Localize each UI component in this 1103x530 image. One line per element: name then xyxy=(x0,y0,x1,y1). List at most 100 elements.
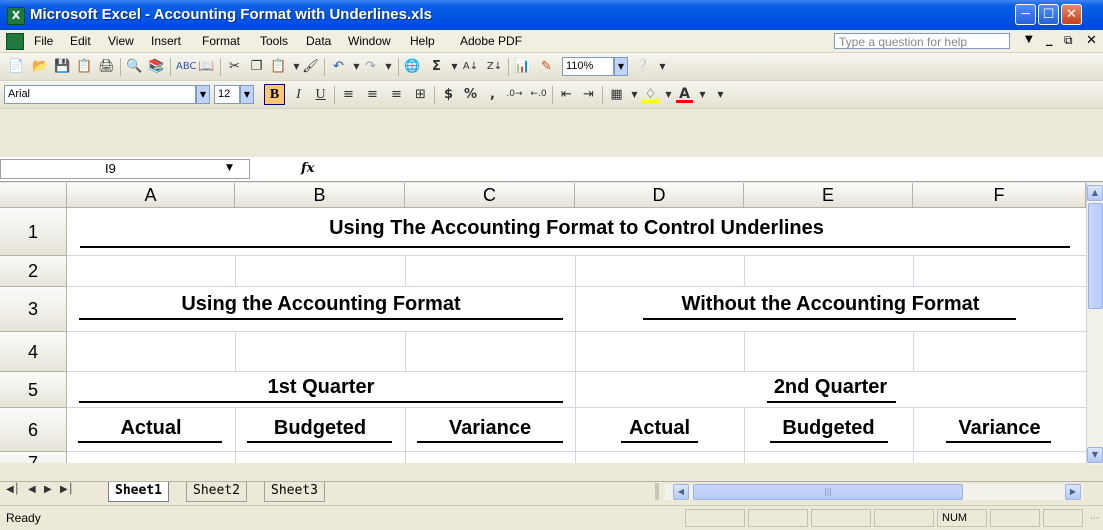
redo-dropdown-icon[interactable]: ▼ xyxy=(380,58,397,75)
first-quarter-cell[interactable]: 1st Quarter xyxy=(67,376,575,399)
horizontal-scrollbar[interactable]: ◀ ||| ▶ xyxy=(665,484,1083,500)
column-header-c[interactable]: C xyxy=(405,183,575,208)
spelling-icon[interactable]: ABC xyxy=(176,58,197,75)
horizontal-scroll-thumb[interactable]: ||| xyxy=(693,484,963,500)
align-center-icon[interactable]: ≡ xyxy=(364,86,381,103)
scroll-right-icon[interactable]: ▶ xyxy=(1065,484,1081,500)
row-header-1[interactable]: 1 xyxy=(0,208,67,256)
no-accounting-format-header-cell[interactable]: Without the Accounting Format xyxy=(575,293,1086,316)
print-preview-icon[interactable]: 🔍 xyxy=(126,58,143,75)
permission-icon[interactable]: 📋 xyxy=(76,58,93,75)
italic-button[interactable]: I xyxy=(290,86,307,103)
sort-ascending-icon[interactable]: A↓ xyxy=(462,58,479,75)
redo-icon[interactable]: ↷ xyxy=(362,58,379,75)
scroll-up-icon[interactable]: ▲ xyxy=(1087,185,1103,201)
save-icon[interactable]: 💾 xyxy=(54,58,71,75)
chart-wizard-icon[interactable]: 📊 xyxy=(514,58,531,75)
decrease-decimal-icon[interactable]: ←.0 xyxy=(530,86,547,103)
maximize-button[interactable]: ☐ xyxy=(1038,4,1059,25)
autosum-dropdown-icon[interactable]: ▼ xyxy=(446,58,463,75)
currency-button[interactable]: $ xyxy=(440,86,457,103)
hyperlink-icon[interactable]: 🌐 xyxy=(404,58,421,75)
cell-c6[interactable]: Variance xyxy=(405,417,575,440)
row-header-7[interactable]: 7 xyxy=(0,452,67,463)
print-icon[interactable]: 🖨 xyxy=(98,58,115,75)
percent-button[interactable]: % xyxy=(462,86,479,103)
borders-dropdown-icon[interactable]: ▼ xyxy=(626,86,643,103)
menu-file[interactable]: File xyxy=(34,34,53,48)
help-dropdown-icon[interactable]: ▼ xyxy=(1025,34,1033,45)
column-header-f[interactable]: F xyxy=(913,183,1086,208)
menu-adobe-pdf[interactable]: Adobe PDF xyxy=(460,34,522,48)
font-size-select[interactable]: 12 xyxy=(214,85,240,104)
undo-icon[interactable]: ↶ xyxy=(330,58,347,75)
menu-tools[interactable]: Tools xyxy=(260,34,288,48)
sheet-tab-2[interactable]: Sheet2 xyxy=(186,482,247,502)
research-icon[interactable]: 📚 xyxy=(148,58,165,75)
sheet-tab-1[interactable]: Sheet1 xyxy=(108,482,169,502)
column-header-d[interactable]: D xyxy=(575,183,744,208)
copy-icon[interactable]: ❐ xyxy=(248,58,265,75)
increase-decimal-icon[interactable]: .0→ xyxy=(506,86,523,103)
vertical-scrollbar[interactable]: ▲ ▼ xyxy=(1086,183,1103,465)
bold-button[interactable]: B xyxy=(264,84,285,105)
new-icon[interactable]: 📄 xyxy=(8,58,25,75)
insert-function-button[interactable]: fx xyxy=(301,161,314,176)
row-header-6[interactable]: 6 xyxy=(0,408,67,452)
borders-icon[interactable]: ▦ xyxy=(608,86,625,103)
menu-view[interactable]: View xyxy=(108,34,134,48)
paste-icon[interactable]: 📋 xyxy=(270,58,287,75)
comma-button[interactable]: , xyxy=(484,86,501,103)
sheet-tab-3[interactable]: Sheet3 xyxy=(264,482,325,502)
cell-b6[interactable]: Budgeted xyxy=(235,417,405,440)
cell-f6[interactable]: Variance xyxy=(913,417,1086,440)
column-header-a[interactable]: A xyxy=(67,183,235,208)
font-size-dropdown-icon[interactable]: ▼ xyxy=(240,85,254,104)
menu-window[interactable]: Window xyxy=(348,34,391,48)
menu-edit[interactable]: Edit xyxy=(70,34,91,48)
first-sheet-icon[interactable]: ◀│ xyxy=(6,484,20,495)
column-header-e[interactable]: E xyxy=(744,183,913,208)
excel-icon[interactable]: X xyxy=(7,7,25,25)
select-all-corner[interactable] xyxy=(0,183,67,208)
column-header-b[interactable]: B xyxy=(235,183,405,208)
formula-input[interactable] xyxy=(330,159,1100,179)
sort-descending-icon[interactable]: Z↓ xyxy=(486,58,503,75)
workbook-icon[interactable] xyxy=(6,33,24,50)
sheet-title-cell[interactable]: Using The Accounting Format to Control U… xyxy=(67,217,1086,240)
scroll-down-icon[interactable]: ▼ xyxy=(1087,447,1103,463)
autosum-icon[interactable]: Σ xyxy=(428,58,445,75)
name-box[interactable]: I9 xyxy=(0,159,250,179)
open-icon[interactable]: 📂 xyxy=(32,58,49,75)
align-right-icon[interactable]: ≡ xyxy=(388,86,405,103)
toolbar-options-icon[interactable]: ▼ xyxy=(654,58,671,75)
cell-d6[interactable]: Actual xyxy=(575,417,744,440)
close-button[interactable]: ✕ xyxy=(1061,4,1082,25)
underline-button[interactable]: U xyxy=(312,86,329,103)
tab-split-handle[interactable] xyxy=(655,483,659,500)
row-header-5[interactable]: 5 xyxy=(0,372,67,408)
vertical-scroll-thumb[interactable] xyxy=(1088,203,1103,309)
next-sheet-icon[interactable]: ▶ xyxy=(44,484,52,495)
merge-center-icon[interactable]: ⊞ xyxy=(412,86,429,103)
menu-help[interactable]: Help xyxy=(410,34,435,48)
minimize-button[interactable]: ─ xyxy=(1015,4,1036,25)
resize-grip-icon[interactable]: ⋯ xyxy=(1090,514,1099,524)
format-painter-icon[interactable]: 🖌 xyxy=(302,58,319,75)
row-header-4[interactable]: 4 xyxy=(0,332,67,372)
increase-indent-icon[interactable]: ⇥ xyxy=(580,86,597,103)
cut-icon[interactable]: ✂ xyxy=(226,58,243,75)
align-left-icon[interactable]: ≡ xyxy=(340,86,357,103)
zoom-select[interactable]: 110% xyxy=(562,57,614,76)
cell-e6[interactable]: Budgeted xyxy=(744,417,913,440)
font-dropdown-icon[interactable]: ▼ xyxy=(196,85,210,104)
restore-workbook-icon[interactable]: ⧉ xyxy=(1064,33,1073,48)
font-color-dropdown-icon[interactable]: ▼ xyxy=(694,86,711,103)
cell-a6[interactable]: Actual xyxy=(67,417,235,440)
fill-color-icon[interactable]: ♢ xyxy=(642,86,659,103)
close-workbook-icon[interactable]: ✕ xyxy=(1086,33,1097,48)
row-header-3[interactable]: 3 xyxy=(0,287,67,332)
help-search-input[interactable]: Type a question for help xyxy=(834,33,1010,49)
last-sheet-icon[interactable]: ▶│ xyxy=(60,484,74,495)
scroll-left-icon[interactable]: ◀ xyxy=(673,484,689,500)
